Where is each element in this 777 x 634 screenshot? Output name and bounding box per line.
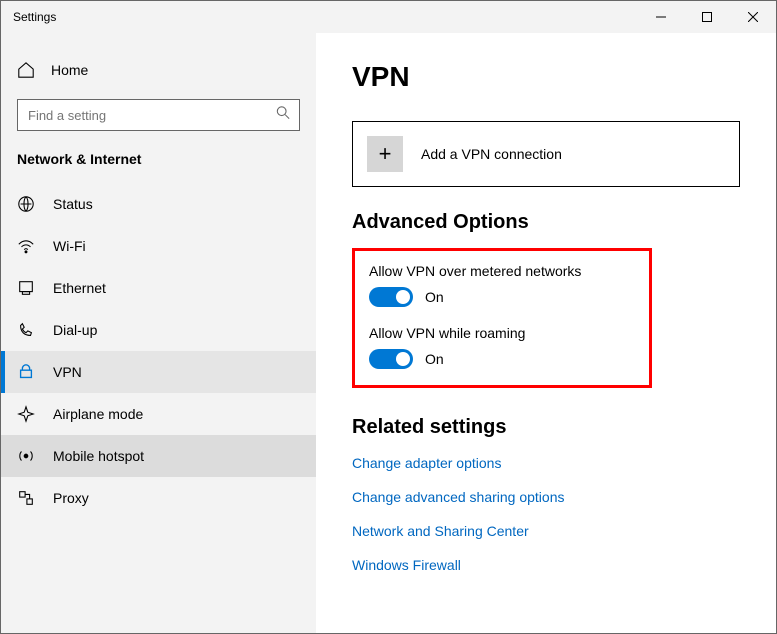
sidebar-item-vpn[interactable]: VPN: [1, 351, 316, 393]
dialup-icon: [17, 321, 35, 339]
sidebar-item-status[interactable]: Status: [1, 183, 316, 225]
home-label: Home: [51, 62, 88, 78]
nav-label: VPN: [53, 364, 82, 380]
sidebar-heading: Network & Internet: [1, 151, 316, 183]
add-vpn-label: Add a VPN connection: [421, 146, 562, 162]
nav-list: Status Wi-Fi Ethernet Dial-up VPN Airpla…: [1, 183, 316, 519]
content-area: VPN + Add a VPN connection Advanced Opti…: [316, 33, 776, 633]
close-button[interactable]: [730, 1, 776, 33]
toggle1-state: On: [425, 289, 444, 305]
nav-label: Status: [53, 196, 93, 212]
highlight-box: Allow VPN over metered networks On Allow…: [352, 248, 652, 388]
sidebar-item-dialup[interactable]: Dial-up: [1, 309, 316, 351]
status-icon: [17, 195, 35, 213]
add-vpn-button[interactable]: + Add a VPN connection: [352, 121, 740, 187]
toggle-roaming[interactable]: [369, 349, 413, 369]
toggle2-label: Allow VPN while roaming: [369, 325, 635, 341]
toggle2-state: On: [425, 351, 444, 367]
sidebar-item-proxy[interactable]: Proxy: [1, 477, 316, 519]
home-icon: [17, 61, 35, 79]
advanced-options-heading: Advanced Options: [352, 211, 740, 234]
wifi-icon: [17, 237, 35, 255]
toggle-metered[interactable]: [369, 287, 413, 307]
search-input[interactable]: [17, 99, 300, 131]
related-settings-heading: Related settings: [352, 416, 740, 439]
link-sharing-options[interactable]: Change advanced sharing options: [352, 489, 740, 505]
search-icon: [276, 106, 290, 125]
titlebar: Settings: [1, 1, 776, 33]
sidebar-item-airplane[interactable]: Airplane mode: [1, 393, 316, 435]
plus-icon: +: [367, 136, 403, 172]
link-network-center[interactable]: Network and Sharing Center: [352, 523, 740, 539]
airplane-icon: [17, 405, 35, 423]
minimize-button[interactable]: [638, 1, 684, 33]
nav-label: Airplane mode: [53, 406, 143, 422]
toggle1-row: On: [369, 287, 635, 307]
home-button[interactable]: Home: [1, 53, 316, 87]
search-wrap: [17, 99, 300, 131]
sidebar-item-hotspot[interactable]: Mobile hotspot: [1, 435, 316, 477]
toggle2-row: On: [369, 349, 635, 369]
page-title: VPN: [352, 61, 740, 93]
link-adapter-options[interactable]: Change adapter options: [352, 455, 740, 471]
maximize-button[interactable]: [684, 1, 730, 33]
vpn-icon: [17, 363, 35, 381]
hotspot-icon: [17, 447, 35, 465]
sidebar-item-wifi[interactable]: Wi-Fi: [1, 225, 316, 267]
ethernet-icon: [17, 279, 35, 297]
window-title: Settings: [13, 10, 638, 24]
nav-label: Wi-Fi: [53, 238, 86, 254]
proxy-icon: [17, 489, 35, 507]
nav-label: Dial-up: [53, 322, 97, 338]
link-windows-firewall[interactable]: Windows Firewall: [352, 557, 740, 573]
nav-label: Proxy: [53, 490, 89, 506]
sidebar: Home Network & Internet Status Wi-Fi Eth…: [1, 33, 316, 633]
window-controls: [638, 1, 776, 33]
toggle1-label: Allow VPN over metered networks: [369, 263, 635, 279]
sidebar-item-ethernet[interactable]: Ethernet: [1, 267, 316, 309]
nav-label: Ethernet: [53, 280, 106, 296]
nav-label: Mobile hotspot: [53, 448, 144, 464]
